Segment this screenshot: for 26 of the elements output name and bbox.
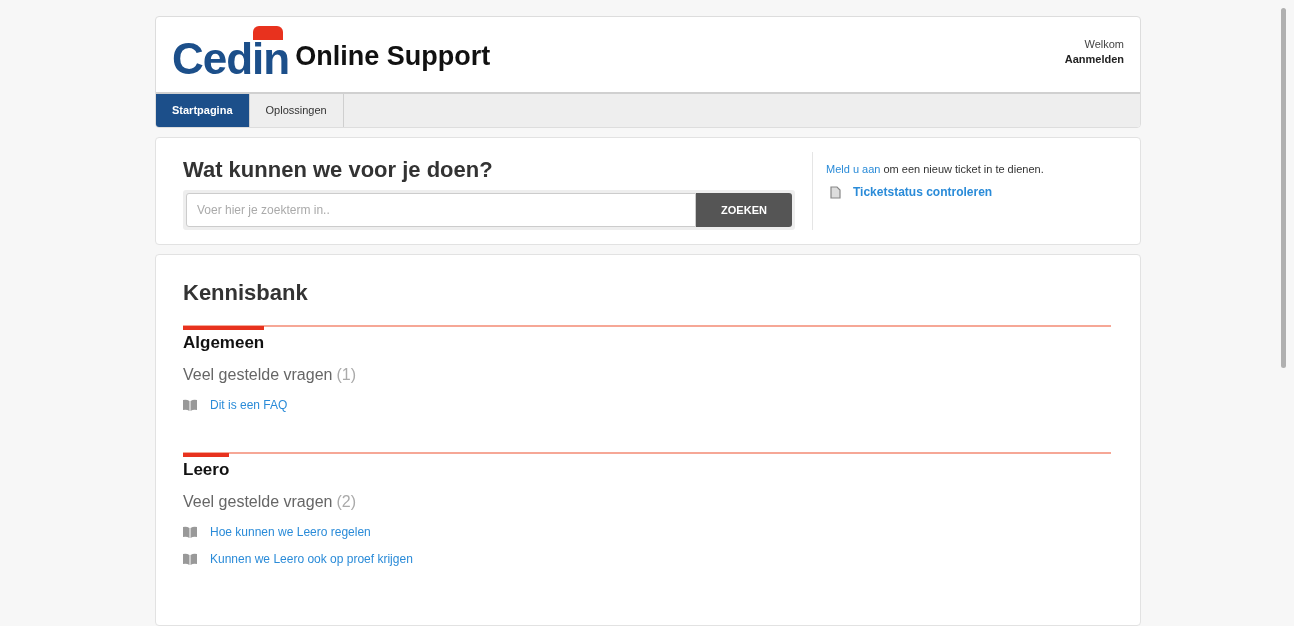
article-count: (2) <box>336 492 356 512</box>
sign-in-link[interactable]: Aanmelden <box>1064 51 1124 67</box>
search-button[interactable]: ZOEKEN <box>696 193 792 227</box>
section-heading: Leero <box>183 459 230 481</box>
welcome-text: Welkom <box>1084 36 1124 52</box>
article-count: (1) <box>336 365 356 385</box>
section-heading: Algemeen <box>183 332 265 354</box>
logo[interactable]: Cedin <box>172 28 290 81</box>
sign-in-sentence: Meld u aan om een nieuw ticket in te dienen. <box>826 162 1045 177</box>
site-title: Online Support <box>295 40 491 74</box>
article-link[interactable]: Hoe kunnen we Leero regelen <box>210 523 371 541</box>
nav-tab[interactable]: Startpagina <box>156 94 250 127</box>
article-link[interactable]: Kunnen we Leero ook op proef krijgen <box>210 550 413 568</box>
sign-in-link[interactable]: Meld u aan <box>826 163 881 175</box>
category-title: Veel gestelde vragen <box>183 365 333 385</box>
scrollbar-thumb[interactable] <box>1281 8 1286 368</box>
book-icon <box>183 399 197 411</box>
book-icon <box>183 526 197 538</box>
knowledge-heading: Kennisbank <box>183 279 309 307</box>
article-link[interactable]: Dit is een FAQ <box>210 396 288 414</box>
category-title: Veel gestelde vragen <box>183 492 333 512</box>
document-icon <box>830 185 841 199</box>
search-heading: Wat kunnen we voor je doen? <box>183 156 494 184</box>
ticket-status-link[interactable]: Ticketstatus controleren <box>853 183 993 201</box>
book-icon <box>183 553 197 565</box>
search-field[interactable]: Voer hier je zoekterm in.. <box>186 193 696 227</box>
